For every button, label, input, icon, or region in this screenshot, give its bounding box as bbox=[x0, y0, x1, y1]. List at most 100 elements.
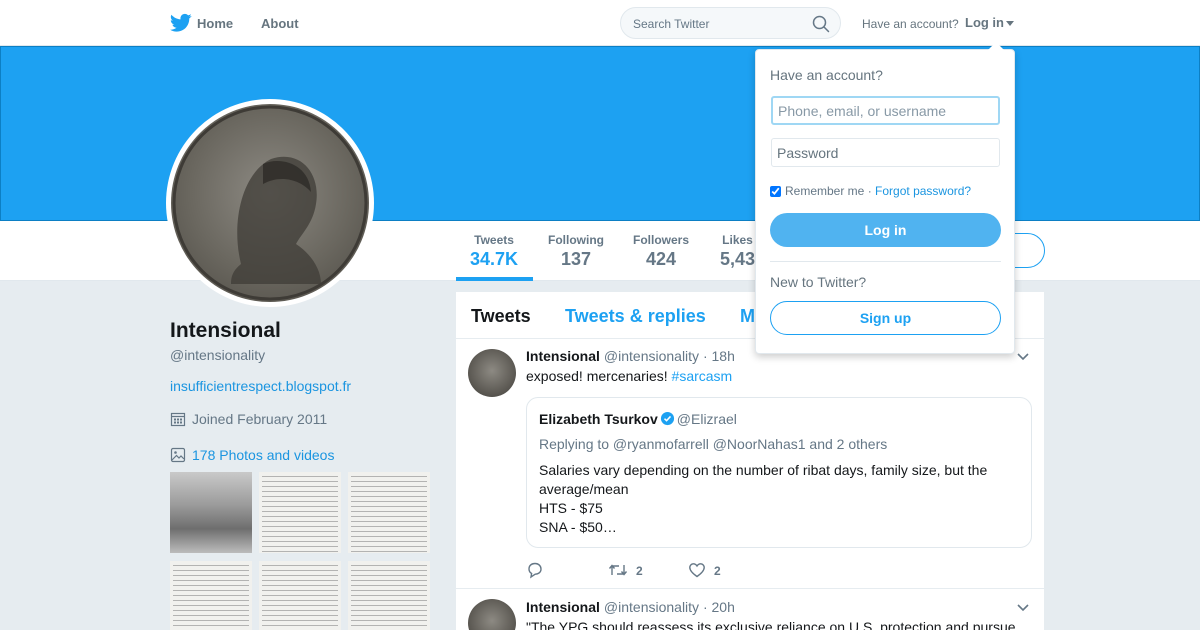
tab-tweets[interactable]: Tweets bbox=[471, 306, 531, 327]
tweet-avatar[interactable] bbox=[468, 599, 516, 630]
quoted-text-line: SNA - $50… bbox=[539, 519, 617, 535]
tweet-author-handle[interactable]: @intensionality bbox=[604, 599, 699, 615]
quoted-text-line: Salaries vary depending on the number of… bbox=[539, 462, 988, 497]
forgot-password-link[interactable]: Forgot password? bbox=[875, 184, 971, 198]
stat-tweets[interactable]: Tweets 34.7K bbox=[470, 233, 518, 270]
like-count: 2 bbox=[714, 564, 721, 578]
login-dropdown-title: Have an account? bbox=[770, 67, 883, 83]
media-thumbnail[interactable] bbox=[170, 472, 252, 553]
chevron-down-icon[interactable] bbox=[1016, 603, 1030, 613]
profile-avatar[interactable] bbox=[166, 99, 374, 307]
verified-badge-icon bbox=[660, 411, 674, 426]
photos-and-videos-link[interactable]: 178 Photos and videos bbox=[170, 447, 334, 463]
reply-icon bbox=[528, 562, 542, 579]
login-button[interactable]: Log in bbox=[770, 213, 1001, 247]
photos-text: 178 Photos and videos bbox=[192, 447, 335, 463]
quoted-tweet-header: Elizabeth Tsurkov @Elizrael bbox=[539, 411, 737, 427]
media-thumbnail[interactable] bbox=[348, 561, 430, 630]
stat-tweets-value: 34.7K bbox=[470, 249, 519, 269]
login-dropdown-toggle[interactable]: Log in bbox=[965, 15, 1014, 30]
quoted-tweet[interactable]: Elizabeth Tsurkov @Elizrael Replying to @… bbox=[526, 397, 1032, 548]
media-thumbnail[interactable] bbox=[170, 561, 252, 630]
joined-text: Joined February 2011 bbox=[192, 411, 328, 427]
remember-me-row: Remember me · Forgot password? bbox=[770, 184, 971, 198]
document-text-lines bbox=[173, 565, 249, 630]
stat-followers-value: 424 bbox=[645, 249, 677, 269]
search-input[interactable] bbox=[633, 15, 803, 33]
tweet[interactable]: Intensional @intensionality · 20h "The YP… bbox=[456, 589, 1044, 630]
tweet-text-body: exposed! mercenaries! bbox=[526, 368, 672, 384]
stat-likes-value: 5,43 bbox=[720, 249, 756, 269]
chevron-down-icon bbox=[1006, 21, 1014, 27]
stat-likes-label: Likes bbox=[722, 233, 753, 247]
tweet-timestamp[interactable]: · 20h bbox=[703, 599, 735, 615]
twitter-bird-icon[interactable] bbox=[170, 13, 192, 33]
nav-home-link[interactable]: Home bbox=[197, 16, 233, 31]
search-box bbox=[620, 7, 841, 39]
profile-website-link[interactable]: insufficientrespect.blogspot.fr bbox=[170, 378, 351, 394]
reply-button[interactable] bbox=[526, 561, 552, 579]
username-field[interactable] bbox=[771, 96, 1000, 125]
new-to-twitter-text: New to Twitter? bbox=[770, 274, 867, 290]
stat-following-value: 137 bbox=[560, 249, 592, 269]
media-thumbnail[interactable] bbox=[348, 472, 430, 553]
stat-followers[interactable]: Followers 424 bbox=[633, 233, 689, 270]
have-account-text: Have an account? bbox=[862, 17, 959, 31]
tab-media[interactable]: M bbox=[740, 306, 755, 327]
profile-joined-date: Joined February 2011 bbox=[170, 411, 327, 427]
document-text-lines bbox=[351, 565, 427, 630]
separator-dot: · bbox=[867, 184, 872, 198]
remember-me-label[interactable]: Remember me bbox=[785, 184, 864, 198]
profile-handle[interactable]: @intensionality bbox=[170, 347, 265, 363]
active-stat-underline bbox=[456, 277, 533, 281]
quoted-author-handle: @Elizrael bbox=[676, 411, 737, 427]
tweet-author-handle[interactable]: @intensionality bbox=[604, 348, 699, 364]
quoted-reply-context: Replying to @ryanmofarrell @NoorNahas1 a… bbox=[539, 436, 888, 452]
tweet-author-name[interactable]: Intensional bbox=[526, 599, 600, 615]
signup-button[interactable]: Sign up bbox=[770, 301, 1001, 335]
stat-following[interactable]: Following 137 bbox=[548, 233, 604, 270]
stat-followers-label: Followers bbox=[633, 233, 690, 247]
search-icon[interactable] bbox=[812, 15, 830, 33]
quoted-tweet-text: Salaries vary depending on the number of… bbox=[539, 461, 1019, 537]
document-text-lines bbox=[351, 476, 427, 553]
stat-likes[interactable]: Likes 5,43 bbox=[720, 233, 755, 270]
remember-me-checkbox[interactable] bbox=[770, 186, 781, 197]
chevron-down-icon[interactable] bbox=[1016, 352, 1030, 362]
tweet-actions: 2 2 bbox=[526, 561, 826, 581]
login-toggle-label: Log in bbox=[965, 15, 1004, 30]
tweet[interactable]: Intensional @intensionality · 18h exposed… bbox=[456, 339, 1044, 589]
top-navigation-bar: Home About Have an account? Log in bbox=[0, 0, 1200, 46]
divider bbox=[770, 261, 1001, 262]
image-icon bbox=[170, 447, 186, 463]
tweet-avatar[interactable] bbox=[468, 349, 516, 397]
tweet-header: Intensional @intensionality · 18h bbox=[526, 348, 735, 364]
medal-portrait-image bbox=[171, 104, 369, 302]
quoted-author-name: Elizabeth Tsurkov bbox=[539, 411, 658, 427]
retweet-button[interactable]: 2 bbox=[608, 561, 643, 579]
tweet-text: exposed! mercenaries! #sarcasm bbox=[526, 368, 732, 384]
login-dropdown: Have an account? Remember me · Forgot pa… bbox=[755, 42, 1015, 354]
like-button[interactable]: 2 bbox=[688, 561, 721, 579]
calendar-icon bbox=[170, 412, 186, 427]
nav-about-link[interactable]: About bbox=[261, 16, 299, 31]
media-thumbnail[interactable] bbox=[259, 561, 341, 630]
heart-icon bbox=[689, 563, 705, 578]
tweet-header: Intensional @intensionality · 20h bbox=[526, 599, 735, 615]
document-text-lines bbox=[262, 565, 338, 630]
profile-name: Intensional bbox=[170, 319, 281, 342]
stat-tweets-label: Tweets bbox=[474, 233, 514, 247]
password-field[interactable] bbox=[771, 138, 1000, 167]
hashtag-link[interactable]: #sarcasm bbox=[672, 368, 733, 384]
document-text-lines bbox=[262, 476, 338, 553]
stat-following-label: Following bbox=[548, 233, 604, 247]
tweet-text: "The YPG should reassess its exclusive r… bbox=[526, 619, 1016, 630]
retweet-icon bbox=[608, 564, 628, 576]
dropdown-arrow bbox=[988, 42, 1004, 50]
quoted-text-line: HTS - $75 bbox=[539, 500, 603, 516]
tweet-timestamp[interactable]: · 18h bbox=[703, 348, 735, 364]
media-thumbnail[interactable] bbox=[259, 472, 341, 553]
retweet-count: 2 bbox=[636, 564, 643, 578]
tab-tweets-and-replies[interactable]: Tweets & replies bbox=[565, 306, 706, 327]
tweet-author-name[interactable]: Intensional bbox=[526, 348, 600, 364]
